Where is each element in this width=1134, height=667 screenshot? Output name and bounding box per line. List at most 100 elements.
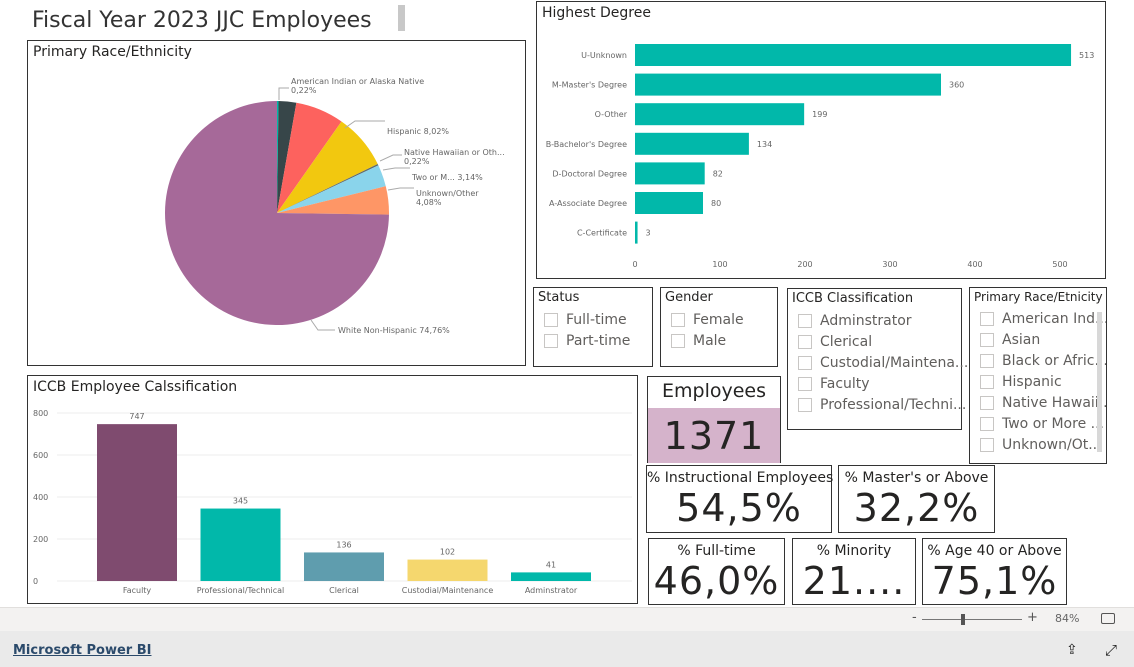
pie-leader-line	[382, 167, 410, 171]
employees-card-value: 1371	[648, 408, 780, 463]
slicer-item-label: Clerical	[820, 333, 873, 350]
age40-card-value: 75,1%	[931, 559, 1058, 603]
degree-data-label: 3	[646, 229, 651, 238]
pie-label-unknown: Unknown/Other 4,08%	[416, 189, 479, 207]
fulltime-card-title: % Full-time	[677, 543, 756, 559]
iccb-category-label: Clerical	[329, 586, 359, 595]
checkbox[interactable]	[544, 333, 558, 348]
slicer-item-label: Male	[693, 332, 727, 349]
iccb-data-label: 41	[546, 560, 556, 569]
pie-leader-line	[387, 187, 414, 191]
slicer-item-label: Asian	[1002, 331, 1041, 348]
power-bi-link[interactable]: Microsoft Power BI	[13, 643, 151, 658]
race-slicer-item[interactable]: Asian	[980, 329, 1102, 350]
slicer-item-label: Unknown/Ot...	[1002, 436, 1102, 453]
degree-data-label: 82	[713, 169, 723, 178]
iccb-category-label: Adminstrator	[525, 586, 578, 595]
race-slicer-item[interactable]: Hispanic	[980, 371, 1102, 392]
zoom-out-button[interactable]: -	[912, 610, 917, 625]
zoom-in-button[interactable]: +	[1027, 610, 1038, 625]
checkbox[interactable]	[671, 312, 685, 327]
slicer-item-label: American Ind...	[1002, 310, 1107, 327]
iccb-y-tick: 200	[33, 535, 48, 544]
checkbox[interactable]	[798, 334, 812, 349]
degree-x-tick: 100	[712, 260, 727, 269]
checkbox[interactable]	[798, 313, 812, 328]
iccb-category-label: Professional/Technical	[197, 586, 285, 595]
checkbox[interactable]	[980, 332, 994, 347]
iccb-column-chart: 0 200 400 600 800 747 Faculty 345 Professional/T…	[33, 409, 632, 595]
pie-chart	[165, 87, 414, 331]
slicer-item-label: Professional/Techni...	[820, 396, 967, 413]
iccb-bar	[304, 552, 384, 581]
status-slicer-item[interactable]: Part-time	[544, 330, 648, 351]
share-icon[interactable]: ⇪	[1066, 642, 1078, 658]
degree-bar	[635, 44, 1072, 66]
checkbox[interactable]	[980, 395, 994, 410]
degree-data-label: 360	[949, 81, 964, 90]
iccb-y-tick: 600	[33, 451, 48, 460]
iccb-data-label: 747	[129, 412, 144, 421]
iccb-y-tick: 800	[33, 409, 48, 418]
degree-category-label: U-Unknown	[581, 51, 627, 60]
iccb-slicer-item[interactable]: Custodial/Maintena...	[798, 352, 968, 373]
iccb-bar	[511, 572, 591, 581]
pie-label-two-or-more: Two or M... 3,14%	[412, 173, 483, 182]
instructional-card-value: 54,5%	[676, 486, 802, 530]
iccb-category-label: Faculty	[123, 586, 152, 595]
checkbox[interactable]	[798, 397, 812, 412]
iccb-bar	[97, 424, 177, 581]
masters-card: % Master's or Above 32,2%	[838, 465, 995, 533]
status-slicer-item[interactable]: Full-time	[544, 309, 648, 330]
degree-data-label: 199	[812, 110, 827, 119]
race-slicer-scrollbar[interactable]	[1097, 312, 1102, 452]
degree-x-tick: 200	[797, 260, 812, 269]
race-slicer-item[interactable]: American Ind...	[980, 308, 1106, 329]
pie-leader-line	[278, 87, 289, 100]
pie-leader-line	[344, 120, 385, 129]
checkbox[interactable]	[798, 376, 812, 391]
slicer-item-label: Faculty	[820, 375, 870, 392]
degree-bar	[635, 221, 638, 244]
degree-x-tick: 300	[882, 260, 897, 269]
zoom-slider[interactable]	[922, 614, 1022, 625]
iccb-slicer-item[interactable]: Clerical	[798, 331, 957, 352]
zoom-slider-handle[interactable]	[961, 614, 965, 625]
instructional-card: % Instructional Employees 54,5%	[646, 465, 834, 533]
pie-leader-line	[379, 154, 402, 162]
iccb-slicer-item[interactable]: Faculty	[798, 373, 957, 394]
employees-card-title: Employees	[662, 380, 766, 402]
iccb-data-label: 345	[233, 497, 248, 506]
checkbox[interactable]	[980, 353, 994, 368]
gender-slicer: Gender Female Male	[660, 287, 778, 367]
checkbox[interactable]	[980, 437, 994, 452]
checkbox[interactable]	[980, 374, 994, 389]
iccb-slicer-item[interactable]: Adminstrator	[798, 310, 957, 331]
gender-slicer-item[interactable]: Female	[671, 309, 773, 330]
checkbox[interactable]	[671, 333, 685, 348]
masters-card-title: % Master's or Above	[844, 470, 989, 486]
checkbox[interactable]	[798, 355, 812, 370]
gender-slicer-item[interactable]: Male	[671, 330, 773, 351]
checkbox[interactable]	[544, 312, 558, 327]
fit-to-page-icon[interactable]	[1101, 613, 1115, 624]
fulltime-card: % Full-time 46,0%	[648, 538, 785, 605]
degree-category-label: D-Doctoral Degree	[552, 169, 627, 178]
race-slicer-item[interactable]: Black or Afric...	[980, 350, 1106, 371]
iccb-slicer-title: ICCB Classification	[792, 291, 914, 306]
instructional-card-title: % Instructional Employees	[647, 470, 834, 486]
fulltime-card-value: 46,0%	[653, 559, 780, 603]
iccb-data-label: 136	[336, 540, 351, 549]
degree-data-label: 513	[1079, 51, 1094, 60]
employees-card: Employees 1371	[647, 376, 781, 463]
iccb-y-tick: 400	[33, 493, 48, 502]
degree-category-label: M-Master's Degree	[552, 81, 627, 90]
checkbox[interactable]	[980, 311, 994, 326]
race-slicer-item[interactable]: Unknown/Ot...	[980, 434, 1102, 455]
status-slicer: Status Full-time Part-time	[533, 287, 653, 367]
fullscreen-icon[interactable]: ⤢	[1105, 641, 1117, 659]
race-slicer-item[interactable]: Two or More ...	[980, 413, 1104, 434]
iccb-slicer-item[interactable]: Professional/Techni...	[798, 394, 966, 415]
race-slicer-item[interactable]: Native Hawaii...	[980, 392, 1106, 413]
checkbox[interactable]	[980, 416, 994, 431]
